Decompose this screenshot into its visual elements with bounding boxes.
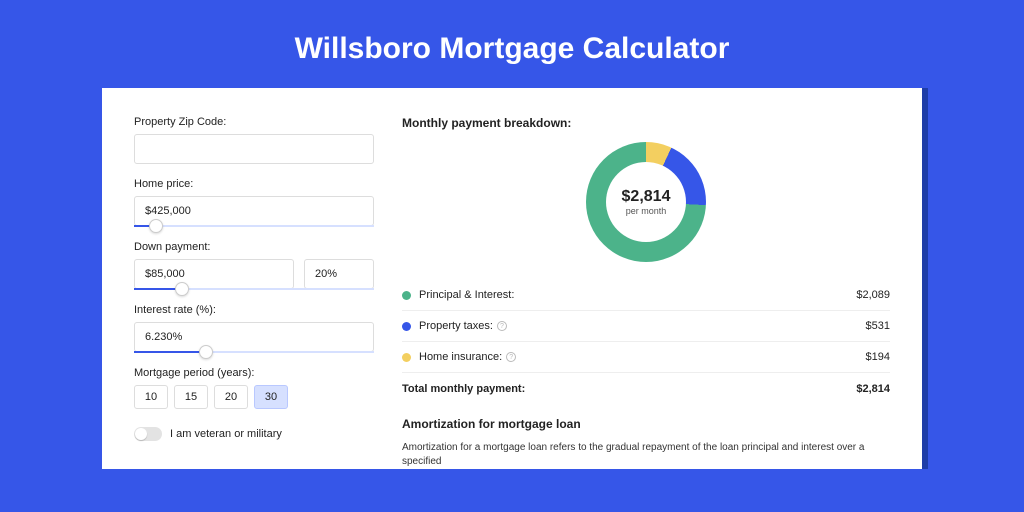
rate-label: Interest rate (%): bbox=[134, 304, 374, 316]
price-label: Home price: bbox=[134, 178, 374, 190]
legend-row-taxes: Property taxes: ? $531 bbox=[402, 311, 890, 342]
veteran-toggle[interactable] bbox=[134, 427, 162, 441]
price-field-group: Home price: bbox=[134, 178, 374, 227]
legend-label-insurance: Home insurance: ? bbox=[419, 351, 866, 363]
period-options: 10 15 20 30 bbox=[134, 385, 374, 409]
total-value: $2,814 bbox=[856, 383, 890, 395]
price-slider-thumb[interactable] bbox=[149, 219, 163, 233]
legend-label-principal: Principal & Interest: bbox=[419, 289, 856, 301]
zip-input[interactable] bbox=[134, 134, 374, 164]
veteran-row: I am veteran or military bbox=[134, 427, 374, 441]
legend-dot-insurance bbox=[402, 353, 411, 362]
zip-label: Property Zip Code: bbox=[134, 116, 374, 128]
info-icon[interactable]: ? bbox=[506, 352, 516, 362]
period-label: Mortgage period (years): bbox=[134, 367, 374, 379]
calculator-card: Property Zip Code: Home price: Down paym… bbox=[102, 88, 922, 469]
inputs-column: Property Zip Code: Home price: Down paym… bbox=[134, 116, 374, 469]
legend-dot-taxes bbox=[402, 322, 411, 331]
legend-label-taxes-text: Property taxes: bbox=[419, 320, 493, 332]
price-slider[interactable] bbox=[134, 225, 374, 227]
breakdown-title: Monthly payment breakdown: bbox=[402, 116, 890, 130]
period-btn-10[interactable]: 10 bbox=[134, 385, 168, 409]
veteran-label: I am veteran or military bbox=[170, 428, 282, 440]
down-field-group: Down payment: bbox=[134, 241, 374, 290]
donut-chart: $2,814 per month bbox=[586, 142, 706, 262]
donut-center: $2,814 per month bbox=[606, 162, 686, 242]
total-label: Total monthly payment: bbox=[402, 383, 856, 395]
legend-val-taxes: $531 bbox=[866, 320, 890, 332]
donut-value: $2,814 bbox=[622, 188, 671, 206]
legend-val-principal: $2,089 bbox=[856, 289, 890, 301]
legend-row-principal: Principal & Interest: $2,089 bbox=[402, 280, 890, 311]
down-label: Down payment: bbox=[134, 241, 374, 253]
amort-text: Amortization for a mortgage loan refers … bbox=[402, 441, 890, 469]
rate-input[interactable] bbox=[134, 322, 374, 352]
period-field-group: Mortgage period (years): 10 15 20 30 bbox=[134, 367, 374, 409]
rate-field-group: Interest rate (%): bbox=[134, 304, 374, 353]
amort-title: Amortization for mortgage loan bbox=[402, 417, 890, 431]
down-amount-input[interactable] bbox=[134, 259, 294, 289]
donut-chart-wrap: $2,814 per month bbox=[402, 142, 890, 262]
rate-slider[interactable] bbox=[134, 351, 374, 353]
legend-val-insurance: $194 bbox=[866, 351, 890, 363]
legend-label-insurance-text: Home insurance: bbox=[419, 351, 502, 363]
breakdown-column: Monthly payment breakdown: $2,814 per mo… bbox=[402, 116, 890, 469]
zip-field-group: Property Zip Code: bbox=[134, 116, 374, 164]
legend-dot-principal bbox=[402, 291, 411, 300]
legend-label-taxes: Property taxes: ? bbox=[419, 320, 866, 332]
donut-sub: per month bbox=[626, 206, 667, 216]
rate-slider-thumb[interactable] bbox=[199, 345, 213, 359]
page-title: Willsboro Mortgage Calculator bbox=[0, 0, 1024, 88]
period-btn-20[interactable]: 20 bbox=[214, 385, 248, 409]
down-slider[interactable] bbox=[134, 288, 374, 290]
down-slider-thumb[interactable] bbox=[175, 282, 189, 296]
veteran-toggle-knob bbox=[135, 428, 147, 440]
period-btn-15[interactable]: 15 bbox=[174, 385, 208, 409]
legend-row-insurance: Home insurance: ? $194 bbox=[402, 342, 890, 373]
down-pct-input[interactable] bbox=[304, 259, 374, 289]
info-icon[interactable]: ? bbox=[497, 321, 507, 331]
total-row: Total monthly payment: $2,814 bbox=[402, 373, 890, 409]
period-btn-30[interactable]: 30 bbox=[254, 385, 288, 409]
price-input[interactable] bbox=[134, 196, 374, 226]
